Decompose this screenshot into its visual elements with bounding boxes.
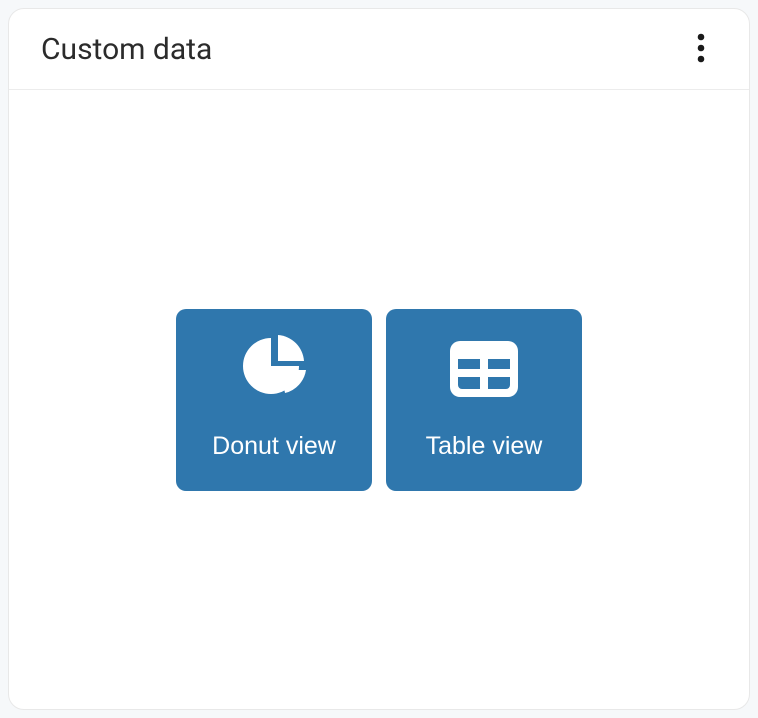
donut-view-tile[interactable]: Donut view: [176, 309, 372, 491]
panel-title: Custom data: [41, 32, 212, 67]
table-view-tile[interactable]: Table view: [386, 309, 582, 491]
pie-chart-icon: [238, 334, 310, 404]
more-options-button[interactable]: [681, 29, 721, 69]
table-icon: [448, 334, 520, 404]
donut-view-label: Donut view: [212, 432, 336, 461]
panel-card: Custom data: [8, 8, 750, 710]
panel-body: Donut view Table view: [9, 90, 749, 709]
panel-header: Custom data: [9, 9, 749, 90]
more-vertical-icon: [697, 32, 705, 67]
table-view-label: Table view: [426, 432, 543, 461]
